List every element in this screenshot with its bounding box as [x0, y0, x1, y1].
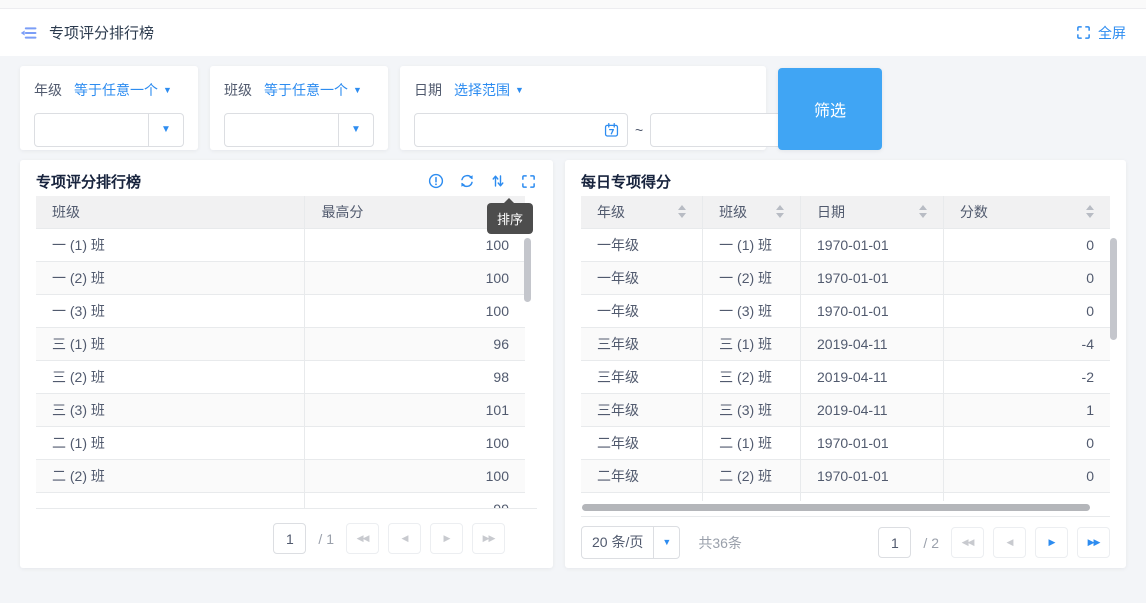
- total-count-label: 共36条: [698, 533, 742, 553]
- table-row: 一 (1) 班100: [36, 228, 525, 261]
- page-total-label: / 1: [318, 531, 334, 547]
- fullscreen-button[interactable]: 全屏: [1075, 23, 1126, 43]
- filter-card-date: 日期 选择范围 ▼ ~: [400, 66, 766, 150]
- daily-score-panel: 每日专项得分 年级 班级 日期 分数 一年级一 (1) 班1970-01-010…: [565, 160, 1126, 568]
- page-total-label: / 2: [923, 535, 939, 551]
- chevron-down-icon: ▼: [353, 86, 362, 95]
- sort-tooltip: 排序: [487, 203, 533, 234]
- filter-submit-button[interactable]: 筛选: [778, 68, 882, 150]
- daily-pagination: 20 条/页 ▼ 共36条 / 2 ◀◀ ◀ ▶ ▶▶: [581, 516, 1110, 568]
- grade-select-value: [35, 114, 148, 146]
- grade-select[interactable]: ▼: [34, 113, 184, 147]
- app-header: 专项评分排行榜 全屏: [0, 9, 1146, 56]
- table-row: 三年级三 (2) 班2019-04-11-2: [581, 360, 1110, 393]
- column-header-date[interactable]: 日期: [801, 196, 944, 228]
- daily-table: 年级 班级 日期 分数 一年级一 (1) 班1970-01-010 一年级一 (…: [581, 196, 1110, 501]
- table-row: 一 (2) 班100: [36, 261, 525, 294]
- horizontal-scrollbar[interactable]: [582, 504, 1090, 511]
- page-title: 专项评分排行榜: [49, 22, 154, 43]
- sort-icon[interactable]: [489, 173, 506, 190]
- sort-caret-icon[interactable]: [919, 205, 927, 218]
- date-operator-dropdown[interactable]: 选择范围 ▼: [454, 80, 524, 100]
- filter-card-class: 班级 等于任意一个 ▼ ▼: [210, 66, 388, 150]
- column-header-score[interactable]: 分数: [943, 196, 1110, 228]
- page-number-input[interactable]: [273, 523, 306, 554]
- grade-operator-dropdown[interactable]: 等于任意一个 ▼: [74, 80, 172, 100]
- table-row: 一年级一 (1) 班1970-01-010: [581, 228, 1110, 261]
- ranking-panel-title: 专项评分排行榜: [36, 171, 141, 192]
- chevron-down-icon: ▼: [163, 86, 172, 95]
- table-row: 三 (1) 班96: [36, 327, 525, 360]
- date-start-input[interactable]: [422, 122, 603, 138]
- table-row: 三 (2) 班98: [36, 360, 525, 393]
- fullscreen-icon: [1075, 24, 1092, 41]
- first-page-button[interactable]: ◀◀: [346, 523, 379, 554]
- table-row: 二 (2) 班100: [36, 459, 525, 492]
- table-row-partial: 99: [36, 492, 525, 508]
- last-page-button[interactable]: ▶▶: [472, 523, 505, 554]
- class-select[interactable]: ▼: [224, 113, 374, 147]
- fullscreen-label: 全屏: [1098, 23, 1126, 43]
- page-size-select[interactable]: 20 条/页 ▼: [581, 526, 680, 559]
- table-row: 一 (3) 班100: [36, 294, 525, 327]
- next-page-button[interactable]: ▶: [430, 523, 463, 554]
- class-select-value: [225, 114, 338, 146]
- ranking-pagination: / 1 ◀◀ ◀ ▶ ▶▶: [36, 508, 537, 568]
- first-page-button[interactable]: ◀◀: [951, 527, 984, 558]
- calendar-icon[interactable]: [603, 122, 620, 139]
- chevron-down-icon: ▼: [515, 86, 524, 95]
- prev-page-button[interactable]: ◀: [388, 523, 421, 554]
- table-row: 一年级一 (3) 班1970-01-010: [581, 294, 1110, 327]
- info-icon[interactable]: [427, 173, 444, 190]
- sort-caret-icon[interactable]: [678, 205, 686, 218]
- filter-card-grade: 年级 等于任意一个 ▼ ▼: [20, 66, 198, 150]
- date-start-field: [414, 113, 628, 147]
- date-filter-label: 日期: [414, 80, 442, 100]
- panels-row: 专项评分排行榜: [0, 150, 1146, 568]
- vertical-scrollbar[interactable]: [1110, 238, 1117, 340]
- ranking-panel: 专项评分排行榜: [20, 160, 553, 568]
- filter-row: 年级 等于任意一个 ▼ ▼ 班级 等于任意一个 ▼ ▼ 日期 选择: [0, 56, 1146, 150]
- last-page-button[interactable]: ▶▶: [1077, 527, 1110, 558]
- table-row: 一年级一 (2) 班1970-01-010: [581, 261, 1110, 294]
- daily-panel-title: 每日专项得分: [581, 171, 671, 192]
- table-row: 二 (1) 班100: [36, 426, 525, 459]
- table-row: 二年级二 (2) 班1970-01-010: [581, 459, 1110, 492]
- table-row-partial: [581, 492, 1110, 501]
- date-range-separator: ~: [635, 122, 643, 138]
- chevron-down-icon: ▼: [662, 538, 671, 547]
- vertical-scrollbar[interactable]: [524, 238, 531, 302]
- class-filter-label: 班级: [224, 80, 252, 100]
- chevron-down-icon: ▼: [161, 125, 171, 135]
- column-header-class[interactable]: 班级: [703, 196, 801, 228]
- chevron-down-icon: ▼: [351, 125, 361, 135]
- next-page-button[interactable]: ▶: [1035, 527, 1068, 558]
- table-row: 三年级三 (1) 班2019-04-11-4: [581, 327, 1110, 360]
- sort-caret-icon[interactable]: [1086, 205, 1094, 218]
- page-size-value: 20 条/页: [582, 527, 653, 558]
- page-number-input[interactable]: [878, 527, 911, 558]
- menu-fold-icon[interactable]: [20, 24, 37, 41]
- table-row: 三 (3) 班101: [36, 393, 525, 426]
- table-row: 二年级二 (1) 班1970-01-010: [581, 426, 1110, 459]
- page-top-strip: [0, 0, 1146, 9]
- column-header-grade[interactable]: 年级: [581, 196, 703, 228]
- refresh-icon[interactable]: [458, 173, 475, 190]
- sort-caret-icon[interactable]: [776, 205, 784, 218]
- ranking-table: 班级 最高分 一 (1) 班100 一 (2) 班100 一 (3) 班100 …: [36, 196, 525, 508]
- ranking-toolbar: [427, 173, 537, 190]
- grade-filter-label: 年级: [34, 80, 62, 100]
- column-header-class: 班级: [36, 196, 305, 228]
- prev-page-button[interactable]: ◀: [993, 527, 1026, 558]
- table-row: 三年级三 (3) 班2019-04-111: [581, 393, 1110, 426]
- expand-icon[interactable]: [520, 173, 537, 190]
- class-operator-dropdown[interactable]: 等于任意一个 ▼: [264, 80, 362, 100]
